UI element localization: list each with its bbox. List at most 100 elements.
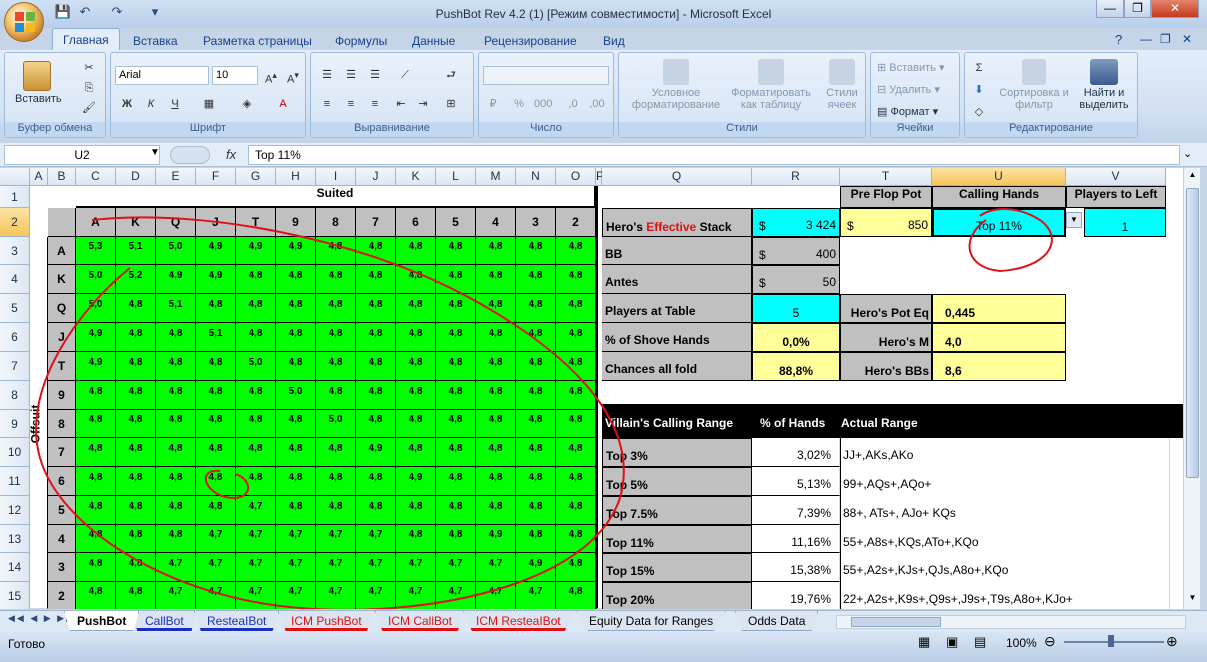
- hand-equity-cell[interactable]: 4,7: [316, 582, 356, 609]
- chances-all-fold-label[interactable]: Chances all fold: [602, 352, 752, 381]
- column-header[interactable]: M: [476, 168, 516, 186]
- hand-equity-cell[interactable]: 4,8: [516, 496, 556, 525]
- hand-equity-cell[interactable]: 4,8: [276, 265, 316, 294]
- hand-equity-cell[interactable]: 4,8: [76, 582, 116, 609]
- players-to-left-value[interactable]: 1: [1084, 208, 1166, 237]
- hand-equity-cell[interactable]: 4,9: [396, 467, 436, 496]
- maximize-button[interactable]: ❐: [1124, 0, 1151, 18]
- sort-filter-button[interactable]: Сортировка и фильтр: [999, 59, 1069, 111]
- hand-equity-cell[interactable]: 4,8: [476, 294, 516, 323]
- hand-equity-cell[interactable]: 4,8: [236, 323, 276, 352]
- hand-equity-cell[interactable]: 4,8: [356, 265, 396, 294]
- row-header[interactable]: 7: [0, 352, 30, 381]
- delete-cells-button[interactable]: ⊟ Удалить ▾: [877, 83, 940, 96]
- hand-equity-cell[interactable]: 4,8: [356, 323, 396, 352]
- column-header[interactable]: B: [48, 168, 76, 186]
- hand-equity-cell[interactable]: 5,0: [76, 294, 116, 323]
- copy-icon[interactable]: ⎘: [79, 79, 99, 97]
- hand-equity-cell[interactable]: 4,8: [476, 381, 516, 410]
- find-select-button[interactable]: Найти и выделить: [1071, 59, 1137, 111]
- hand-equity-cell[interactable]: 4,8: [356, 410, 396, 438]
- autosum-icon[interactable]: Σ: [969, 59, 989, 77]
- hand-equity-cell[interactable]: 4,7: [436, 553, 476, 582]
- underline-button[interactable]: Ч: [165, 95, 185, 113]
- hand-equity-cell[interactable]: 4,8: [116, 525, 156, 553]
- bold-button[interactable]: Ж: [117, 95, 137, 113]
- hand-equity-cell[interactable]: 4,7: [516, 582, 556, 609]
- range-name[interactable]: Top 5%: [602, 467, 752, 496]
- scroll-up-icon[interactable]: ▲: [1186, 170, 1199, 184]
- cell-styles-button[interactable]: Стили ячеек: [819, 59, 865, 111]
- hand-equity-cell[interactable]: 4,8: [116, 467, 156, 496]
- tab-home[interactable]: Главная: [52, 28, 120, 52]
- column-header[interactable]: U: [932, 168, 1066, 186]
- hand-equity-cell[interactable]: 4,8: [76, 381, 116, 410]
- hand-equity-cell[interactable]: 4,8: [516, 265, 556, 294]
- number-format-combo[interactable]: [483, 66, 609, 85]
- hand-equity-cell[interactable]: 4,8: [396, 237, 436, 265]
- page-break-view-icon[interactable]: ▤: [974, 634, 986, 650]
- range-name[interactable]: Top 15%: [602, 553, 752, 582]
- hand-equity-cell[interactable]: 4,8: [156, 496, 196, 525]
- name-box[interactable]: U2: [4, 145, 160, 165]
- save-icon[interactable]: 💾: [54, 4, 72, 22]
- hand-equity-cell[interactable]: 4,7: [156, 582, 196, 609]
- zoom-in-icon[interactable]: ⊕: [1166, 633, 1178, 650]
- column-header[interactable]: J: [356, 168, 396, 186]
- row-header[interactable]: 12: [0, 496, 30, 525]
- players-at-table-label[interactable]: Players at Table: [602, 294, 752, 323]
- column-header[interactable]: V: [1066, 168, 1166, 186]
- hand-equity-cell[interactable]: 4,8: [516, 381, 556, 410]
- hand-equity-cell[interactable]: 4,8: [396, 438, 436, 467]
- tab-data[interactable]: Данные: [412, 34, 455, 48]
- column-header[interactable]: L: [436, 168, 476, 186]
- hand-equity-cell[interactable]: 5,3: [76, 237, 116, 265]
- row-header[interactable]: 15: [0, 582, 30, 609]
- hand-equity-cell[interactable]: 4,8: [76, 410, 116, 438]
- hand-equity-cell[interactable]: 4,7: [196, 525, 236, 553]
- hand-equity-cell[interactable]: 4,8: [436, 294, 476, 323]
- range-name[interactable]: Top 11%: [602, 525, 752, 553]
- shrink-font-icon[interactable]: A▾: [283, 66, 303, 86]
- hero-bbs-value[interactable]: 8,6: [932, 352, 1066, 381]
- shove-hands-value[interactable]: 0,0%: [752, 323, 840, 352]
- hand-equity-cell[interactable]: 4,8: [276, 323, 316, 352]
- minimize-button[interactable]: —: [1096, 0, 1124, 18]
- hand-equity-cell[interactable]: 4,9: [356, 438, 396, 467]
- hand-equity-cell[interactable]: 4,9: [156, 265, 196, 294]
- hand-equity-cell[interactable]: 4,8: [116, 553, 156, 582]
- hand-equity-cell[interactable]: 4,8: [476, 496, 516, 525]
- hand-equity-cell[interactable]: 5,0: [276, 381, 316, 410]
- percent-icon[interactable]: %: [509, 95, 529, 113]
- hand-equity-cell[interactable]: 4,8: [396, 265, 436, 294]
- column-header[interactable]: T: [840, 168, 932, 186]
- hand-equity-cell[interactable]: 4,8: [516, 237, 556, 265]
- select-all-corner[interactable]: [0, 168, 30, 186]
- hand-equity-cell[interactable]: 4,8: [396, 323, 436, 352]
- hand-equity-cell[interactable]: 4,7: [476, 553, 516, 582]
- currency-icon[interactable]: ₽: [483, 95, 503, 113]
- hand-equity-cell[interactable]: 4,8: [556, 553, 596, 582]
- worksheet-grid[interactable]: A B C D E F G H I J K L M N O P Q R T U V 1 2 3 4 5 6 7 8 9 10 11 12 13 14…: [0, 168, 1183, 609]
- column-header[interactable]: R: [752, 168, 840, 186]
- hand-equity-cell[interactable]: 4,8: [436, 352, 476, 381]
- hand-equity-cell[interactable]: 4,9: [516, 553, 556, 582]
- hand-equity-cell[interactable]: 4,8: [356, 496, 396, 525]
- tab-page-layout[interactable]: Разметка страницы: [203, 34, 312, 48]
- hand-equity-cell[interactable]: 4,8: [476, 237, 516, 265]
- hand-equity-cell[interactable]: 4,8: [116, 352, 156, 381]
- tab-formulas[interactable]: Формулы: [335, 34, 387, 48]
- hand-equity-cell[interactable]: 4,8: [156, 438, 196, 467]
- conditional-formatting-button[interactable]: Условное форматирование: [621, 59, 731, 111]
- hand-equity-cell[interactable]: 4,8: [236, 438, 276, 467]
- hand-equity-cell[interactable]: 4,8: [556, 237, 596, 265]
- hand-equity-cell[interactable]: 4,7: [276, 582, 316, 609]
- redo-icon[interactable]: ↷: [108, 4, 126, 22]
- antes-value[interactable]: 50: [772, 266, 836, 293]
- players-at-table-value[interactable]: 5: [752, 294, 840, 323]
- grow-font-icon[interactable]: A▴: [261, 66, 281, 86]
- hand-equity-cell[interactable]: 4,8: [476, 410, 516, 438]
- hand-equity-cell[interactable]: 4,8: [556, 381, 596, 410]
- hand-equity-cell[interactable]: 4,8: [556, 323, 596, 352]
- bb-label[interactable]: BB: [602, 237, 752, 265]
